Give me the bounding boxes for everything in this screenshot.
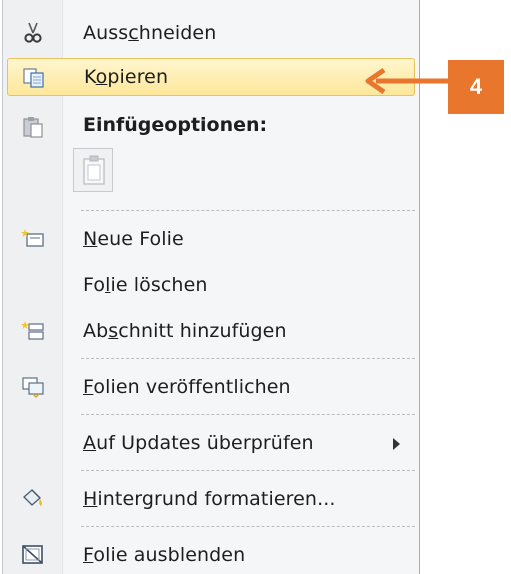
menu-item-kopieren[interactable]: Kopieren bbox=[7, 58, 415, 96]
menu-item-folie-loeschen[interactable]: Folie löschen bbox=[7, 266, 415, 304]
paste-keep-formatting-button[interactable] bbox=[73, 148, 113, 192]
menu-item-label: Hintergrund formatieren... bbox=[83, 488, 336, 510]
menu-separator bbox=[81, 210, 415, 211]
annotation-arrow bbox=[365, 67, 450, 95]
add-section-icon bbox=[21, 320, 45, 342]
step-number-badge: 4 bbox=[448, 60, 504, 114]
menu-separator bbox=[81, 526, 415, 527]
menu-item-label: Kopieren bbox=[84, 66, 169, 88]
menu-item-folie-ausblenden[interactable]: Folie ausblenden bbox=[7, 536, 415, 574]
menu-item-ausschneiden[interactable]: Ausschneiden bbox=[7, 14, 415, 52]
paste-icon bbox=[21, 116, 45, 138]
menu-item-auf-updates-ueberpruefen[interactable]: Auf Updates überprüfen bbox=[7, 424, 415, 462]
menu-item-folien-veroeffentlichen[interactable]: Folien veröffentlichen bbox=[7, 368, 415, 406]
menu-separator bbox=[81, 414, 415, 415]
clipboard-icon bbox=[82, 155, 106, 189]
submenu-arrow-icon bbox=[393, 438, 400, 450]
screenshot-stage: Ausschneiden Kopieren Einfügeoptionen: N… bbox=[0, 0, 511, 574]
menu-separator bbox=[81, 470, 415, 471]
menu-item-label: Abschnitt hinzufügen bbox=[83, 320, 287, 342]
context-menu: Ausschneiden Kopieren Einfügeoptionen: N… bbox=[2, 0, 420, 574]
menu-item-label: Ausschneiden bbox=[83, 22, 217, 44]
menu-item-hintergrund-formatieren[interactable]: Hintergrund formatieren... bbox=[7, 480, 415, 518]
paste-options-header: Einfügeoptionen: bbox=[7, 108, 415, 144]
paste-options-label: Einfügeoptionen: bbox=[83, 114, 268, 136]
menu-item-abschnitt-hinzufuegen[interactable]: Abschnitt hinzufügen bbox=[7, 312, 415, 350]
menu-item-label: Folie ausblenden bbox=[83, 544, 246, 566]
hide-slide-icon bbox=[21, 544, 45, 566]
format-background-icon bbox=[21, 488, 45, 510]
copy-icon bbox=[22, 67, 46, 89]
menu-item-neue-folie[interactable]: Neue Folie bbox=[7, 220, 415, 258]
new-slide-icon bbox=[21, 228, 45, 250]
publish-slides-icon bbox=[21, 376, 45, 398]
menu-item-label: Auf Updates überprüfen bbox=[83, 432, 314, 454]
menu-item-label: Folien veröffentlichen bbox=[83, 376, 291, 398]
menu-separator bbox=[81, 358, 415, 359]
scissors-icon bbox=[21, 22, 45, 44]
menu-item-label: Neue Folie bbox=[83, 228, 184, 250]
menu-item-label: Folie löschen bbox=[83, 274, 208, 296]
